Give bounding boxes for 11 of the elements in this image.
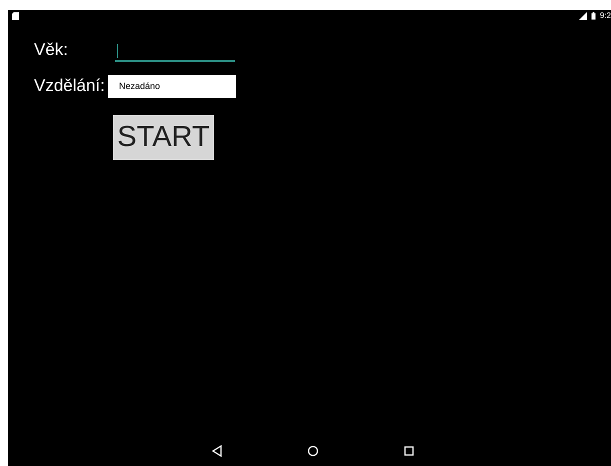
age-label: Věk: xyxy=(34,40,70,60)
home-icon[interactable] xyxy=(307,445,319,457)
clock-time: 9:2 xyxy=(600,11,611,21)
battery-icon xyxy=(590,12,596,20)
signal-icon xyxy=(578,12,587,20)
education-label: Vzdělání: xyxy=(34,76,106,96)
education-dropdown[interactable]: Nezadáno xyxy=(108,74,236,98)
start-button[interactable]: START xyxy=(113,115,214,160)
recent-apps-icon[interactable] xyxy=(403,445,415,457)
sd-card-icon xyxy=(12,12,19,20)
back-icon[interactable] xyxy=(211,445,223,457)
